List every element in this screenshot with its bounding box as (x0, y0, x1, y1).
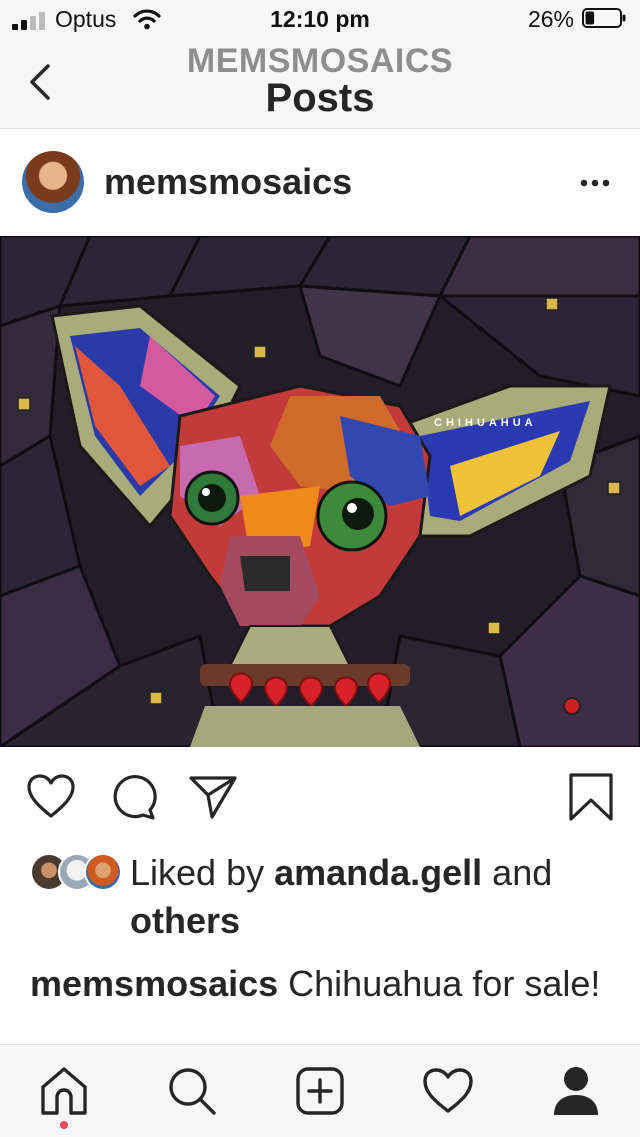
post-username[interactable]: memsmosaics (104, 161, 352, 203)
status-bar: Optus 12:10 pm 26% (0, 0, 640, 40)
activity-heart-icon[interactable] (422, 1065, 474, 1117)
likes-prefix: Liked by (130, 852, 275, 893)
search-icon[interactable] (166, 1065, 218, 1117)
nav-header: MEMSMOSAICS Posts (0, 40, 640, 129)
notification-dot (60, 1121, 68, 1129)
share-icon[interactable] (188, 772, 238, 822)
post-caption: memsmosaics Chihuahua for sale! (30, 960, 620, 1008)
comment-icon[interactable] (108, 772, 158, 822)
mosaic-artwork: CHIHUAHUA (0, 236, 640, 747)
post-image[interactable]: CHIHUAHUA (0, 236, 640, 747)
likes-others[interactable]: others (130, 900, 240, 941)
page-title: Posts (265, 76, 375, 120)
mosaic-lettering: CHIHUAHUA (434, 417, 537, 429)
profile-icon[interactable] (550, 1065, 602, 1117)
bookmark-icon[interactable] (566, 772, 616, 822)
likes-row: Liked by amanda.gell and others (0, 845, 640, 945)
caption-text: Chihuahua for sale! (278, 963, 601, 1004)
more-options-icon[interactable] (580, 179, 610, 187)
likes-middle: and (482, 852, 553, 893)
avatar[interactable] (22, 151, 84, 213)
tab-bar (0, 1044, 640, 1137)
post-actions (0, 748, 640, 838)
add-post-icon[interactable] (294, 1065, 346, 1117)
battery-percent: 26% (527, 6, 574, 32)
liker-avatar[interactable] (84, 853, 122, 891)
heart-icon[interactable] (26, 772, 76, 822)
likes-text: Liked by amanda.gell and others (130, 849, 620, 945)
home-icon[interactable] (38, 1065, 90, 1117)
post-header: memsmosaics (0, 129, 640, 235)
caption-username[interactable]: memsmosaics (30, 963, 278, 1004)
battery-icon (582, 8, 626, 28)
liked-by-user[interactable]: amanda.gell (274, 852, 482, 893)
